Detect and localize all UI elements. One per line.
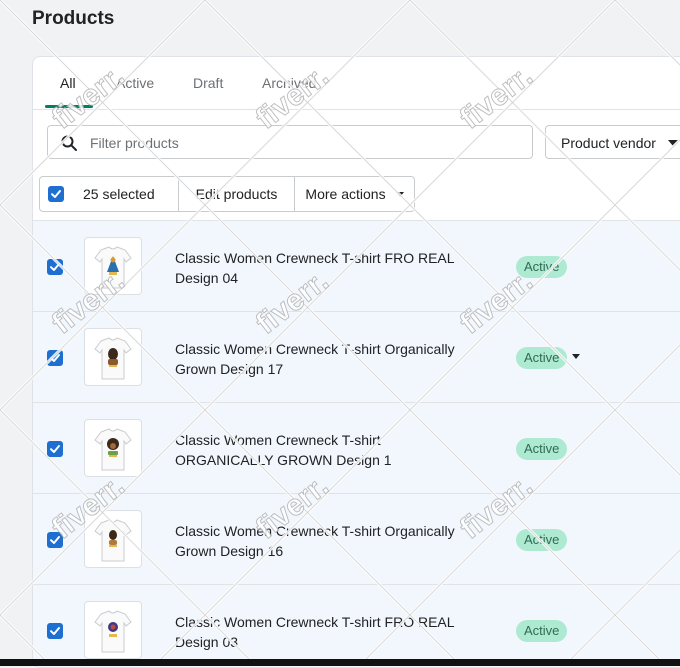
product-thumbnail[interactable]	[84, 328, 142, 386]
row-checkbox[interactable]	[47, 532, 63, 548]
filter-products-input[interactable]	[88, 132, 512, 154]
checkmark-icon	[51, 190, 61, 198]
tab-draft[interactable]: Draft	[193, 75, 223, 91]
selected-count-toggle[interactable]: 25 selected	[40, 177, 179, 211]
tab-bar: All Active Draft Archived	[33, 57, 680, 110]
status-badge: Active	[516, 438, 568, 460]
checkmark-icon	[50, 263, 60, 271]
search-icon	[61, 135, 77, 151]
edit-products-label: Edit products	[195, 186, 278, 202]
product-row[interactable]: Classic Women Crewneck T-shirt FRO REAL …	[33, 584, 680, 667]
bottom-bar	[0, 659, 680, 666]
tshirt-image	[94, 246, 132, 289]
row-checkbox[interactable]	[47, 259, 63, 275]
product-row[interactable]: Classic Women Crewneck T-shirt ORGANICAL…	[33, 402, 680, 493]
bulk-actions-bar: 25 selected Edit products More actions	[39, 176, 415, 212]
product-title[interactable]: Classic Women Crewneck T-shirt Organical…	[175, 339, 455, 379]
tab-active[interactable]: Active	[116, 75, 154, 91]
tab-all[interactable]: All	[60, 75, 76, 91]
products-card: All Active Draft Archived Product vendor…	[32, 56, 680, 668]
status-badge: Active	[516, 347, 568, 369]
status-badge: Active	[516, 529, 568, 551]
checkmark-icon	[50, 627, 60, 635]
product-vendor-dropdown[interactable]: Product vendor	[545, 125, 680, 159]
filter-box[interactable]	[47, 125, 533, 159]
status-badge: Active	[516, 256, 568, 278]
more-actions-label: More actions	[305, 186, 386, 202]
caret-down-icon[interactable]	[572, 354, 580, 359]
chevron-down-icon	[668, 140, 678, 146]
checkmark-icon	[50, 445, 60, 453]
status-badge: Active	[516, 620, 568, 642]
product-thumbnail[interactable]	[84, 510, 142, 568]
page-title: Products	[32, 8, 115, 29]
row-checkbox[interactable]	[47, 441, 63, 457]
product-row[interactable]: Classic Women Crewneck T-shirt Organical…	[33, 311, 680, 402]
product-thumbnail[interactable]	[84, 237, 142, 295]
selected-count: 25 selected	[83, 186, 155, 202]
row-checkbox[interactable]	[47, 623, 63, 639]
select-all-checkbox[interactable]	[48, 186, 64, 202]
tshirt-image	[94, 519, 132, 562]
tshirt-image	[94, 610, 132, 653]
product-title[interactable]: Classic Women Crewneck T-shirt FRO REAL …	[175, 612, 455, 652]
active-tab-indicator	[45, 105, 93, 108]
product-vendor-label: Product vendor	[561, 135, 656, 151]
tshirt-image	[94, 428, 132, 471]
product-title[interactable]: Classic Women Crewneck T-shirt Organical…	[175, 521, 455, 561]
tab-archived[interactable]: Archived	[262, 75, 316, 91]
product-row[interactable]: Classic Women Crewneck T-shirt FRO REAL …	[33, 220, 680, 311]
chevron-down-icon	[395, 191, 404, 197]
more-actions-button[interactable]: More actions	[295, 177, 414, 211]
product-title[interactable]: Classic Women Crewneck T-shirt FRO REAL …	[175, 248, 455, 288]
checkmark-icon	[50, 536, 60, 544]
row-checkbox[interactable]	[47, 350, 63, 366]
product-thumbnail[interactable]	[84, 601, 142, 659]
product-title[interactable]: Classic Women Crewneck T-shirt ORGANICAL…	[175, 430, 455, 470]
edit-products-button[interactable]: Edit products	[179, 177, 295, 211]
checkmark-icon	[50, 354, 60, 362]
product-thumbnail[interactable]	[84, 419, 142, 477]
product-row[interactable]: Classic Women Crewneck T-shirt Organical…	[33, 493, 680, 584]
tshirt-image	[94, 337, 132, 380]
